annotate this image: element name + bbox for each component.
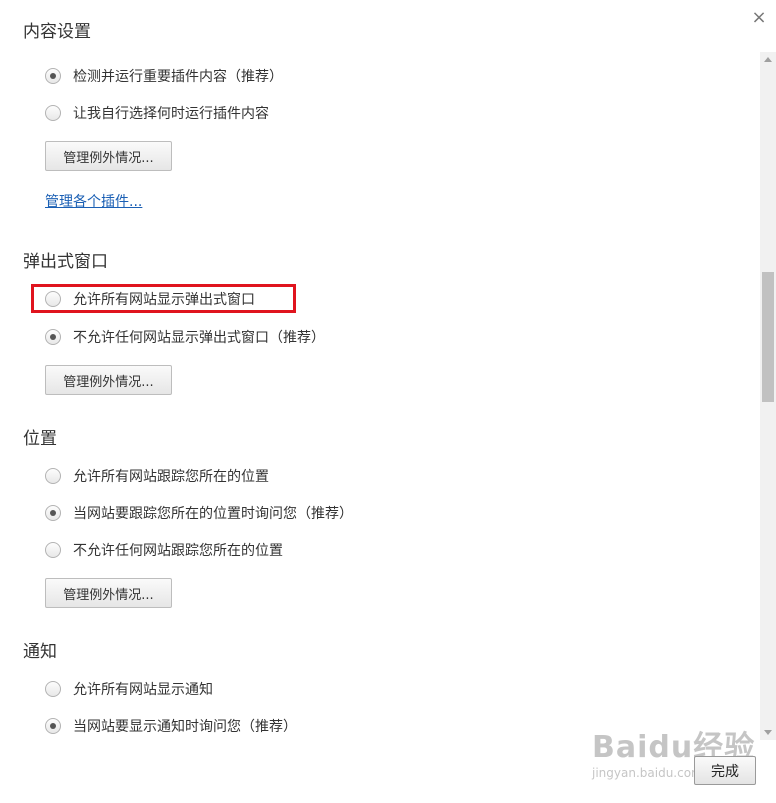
radio-label: 当网站要跟踪您所在的位置时询问您（推荐）	[73, 506, 353, 522]
section-heading-notifications: 通知	[23, 642, 57, 662]
radio-unchecked-icon	[45, 291, 61, 307]
manage-plugins-link[interactable]: 管理各个插件...	[45, 191, 142, 211]
radio-unchecked-icon	[45, 105, 61, 121]
radio-unchecked-icon	[45, 468, 61, 484]
location-manage-exceptions-button[interactable]: 管理例外情况...	[45, 578, 172, 608]
radio-popups-block-all[interactable]: 不允许任何网站显示弹出式窗口（推荐）	[45, 326, 325, 348]
radio-location-block-all[interactable]: 不允许任何网站跟踪您所在的位置	[45, 539, 283, 561]
radio-label: 不允许任何网站显示弹出式窗口（推荐）	[73, 330, 325, 346]
radio-notifications-allow-all[interactable]: 允许所有网站显示通知	[45, 678, 213, 700]
popups-manage-exceptions-button[interactable]: 管理例外情况...	[45, 365, 172, 395]
scrollbar-thumb[interactable]	[762, 272, 774, 402]
radio-label: 当网站要显示通知时询问您（推荐）	[73, 719, 297, 735]
content-settings-dialog: 内容设置 × 检测并运行重要插件内容（推荐） 让我自行选择何时运行插件内容 管理…	[0, 0, 776, 803]
section-heading-location: 位置	[23, 429, 57, 449]
radio-checked-icon	[45, 68, 61, 84]
plugins-manage-exceptions-button[interactable]: 管理例外情况...	[45, 141, 172, 171]
section-heading-popups: 弹出式窗口	[23, 252, 108, 272]
radio-unchecked-icon	[45, 681, 61, 697]
radio-checked-icon	[45, 505, 61, 521]
radio-plugins-run-important[interactable]: 检测并运行重要插件内容（推荐）	[45, 65, 283, 87]
radio-popups-allow-all[interactable]: 允许所有网站显示弹出式窗口	[45, 288, 255, 310]
radio-location-ask[interactable]: 当网站要跟踪您所在的位置时询问您（推荐）	[45, 502, 353, 524]
scroll-up-arrow-icon[interactable]	[760, 52, 776, 66]
radio-label: 允许所有网站显示弹出式窗口	[73, 292, 255, 308]
scroll-down-arrow-icon[interactable]	[760, 726, 776, 740]
radio-label: 不允许任何网站跟踪您所在的位置	[73, 543, 283, 559]
radio-label: 检测并运行重要插件内容（推荐）	[73, 69, 283, 85]
radio-label: 让我自行选择何时运行插件内容	[73, 106, 269, 122]
radio-unchecked-icon	[45, 542, 61, 558]
radio-checked-icon	[45, 718, 61, 734]
radio-label: 允许所有网站跟踪您所在的位置	[73, 469, 269, 485]
radio-label: 允许所有网站显示通知	[73, 682, 213, 698]
radio-checked-icon	[45, 329, 61, 345]
radio-location-allow-all[interactable]: 允许所有网站跟踪您所在的位置	[45, 465, 269, 487]
done-button[interactable]: 完成	[694, 756, 756, 785]
radio-plugins-let-me-choose[interactable]: 让我自行选择何时运行插件内容	[45, 102, 269, 124]
radio-notifications-ask[interactable]: 当网站要显示通知时询问您（推荐）	[45, 715, 297, 737]
vertical-scrollbar[interactable]	[760, 52, 776, 740]
dialog-title: 内容设置	[23, 22, 91, 42]
close-icon[interactable]: ×	[750, 8, 768, 28]
